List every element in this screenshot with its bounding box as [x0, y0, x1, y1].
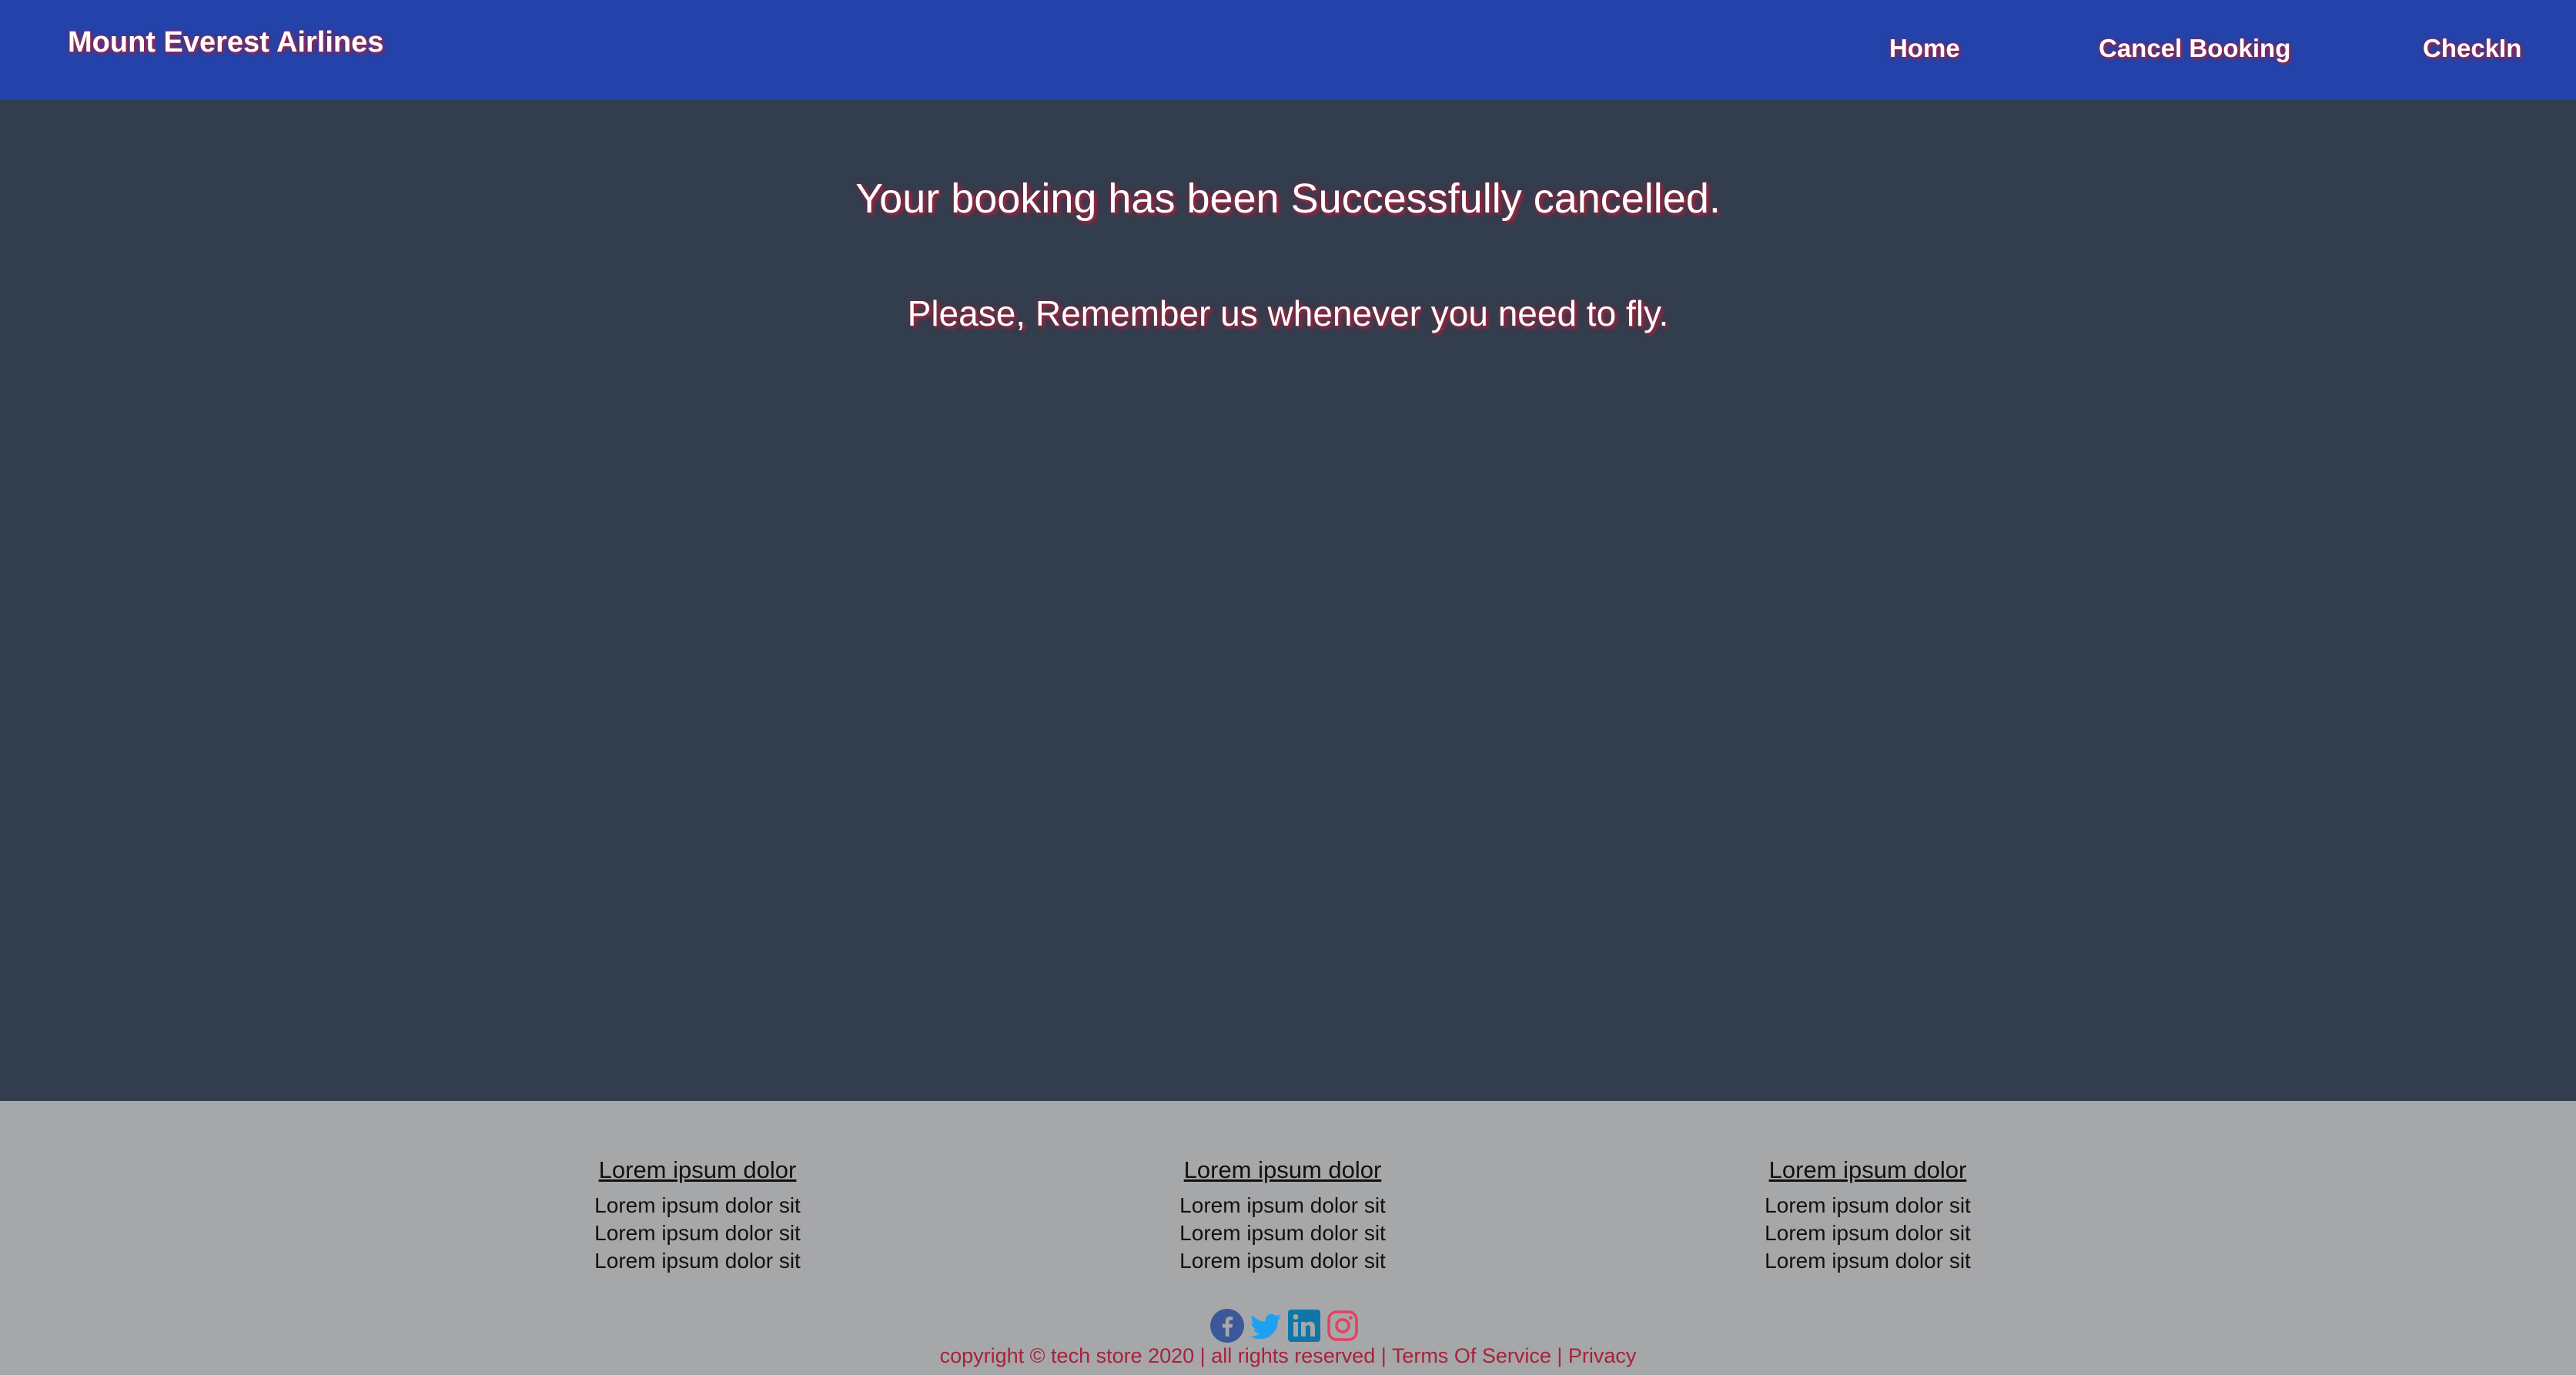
main-content: Your booking has been Successfully cance… — [0, 100, 2576, 1101]
privacy-link[interactable]: Privacy — [1568, 1344, 1637, 1367]
copyright-line: copyright © tech store 2020 | all rights… — [0, 1344, 2576, 1368]
navbar: Mount Everest Airlines Home Cancel Booki… — [0, 0, 2576, 100]
cancellation-headline: Your booking has been Successfully cance… — [855, 176, 1721, 222]
footer-column-heading[interactable]: Lorem ipsum dolor — [1090, 1156, 1475, 1184]
footer: Lorem ipsum dolor Lorem ipsum dolor sit … — [0, 1101, 2576, 1375]
footer-column-item: Lorem ipsum dolor sit — [594, 1221, 801, 1245]
cancellation-subline: Please, Remember us whenever you need to… — [907, 293, 1669, 333]
footer-column: Lorem ipsum dolor Lorem ipsum dolor sit … — [1675, 1156, 2060, 1275]
linkedin-icon[interactable] — [1286, 1307, 1323, 1344]
brand-logo-text[interactable]: Mount Everest Airlines — [68, 26, 383, 59]
footer-column-item: Lorem ipsum dolor sit — [594, 1249, 801, 1273]
instagram-icon[interactable] — [1324, 1307, 1361, 1344]
footer-column-item: Lorem ipsum dolor sit — [1765, 1221, 1971, 1245]
footer-column: Lorem ipsum dolor Lorem ipsum dolor sit … — [1090, 1156, 1475, 1275]
terms-of-service-link[interactable]: Terms Of Service — [1392, 1344, 1551, 1367]
footer-column-item: Lorem ipsum dolor sit — [1179, 1221, 1386, 1245]
footer-column-item: Lorem ipsum dolor sit — [1179, 1193, 1386, 1217]
copyright-separator: | — [1551, 1344, 1568, 1367]
social-links — [1209, 1307, 1361, 1344]
footer-column-heading[interactable]: Lorem ipsum dolor — [505, 1156, 890, 1184]
footer-column-heading[interactable]: Lorem ipsum dolor — [1675, 1156, 2060, 1184]
footer-column-item: Lorem ipsum dolor sit — [594, 1193, 801, 1217]
footer-column-item: Lorem ipsum dolor sit — [1179, 1249, 1386, 1273]
nav-link-cancel-booking[interactable]: Cancel Booking — [2099, 34, 2290, 63]
twitter-icon[interactable] — [1247, 1307, 1284, 1344]
footer-column: Lorem ipsum dolor Lorem ipsum dolor sit … — [505, 1156, 890, 1275]
copyright-text: copyright © tech store 2020 | all rights… — [939, 1344, 1392, 1367]
footer-column-item: Lorem ipsum dolor sit — [1765, 1249, 1971, 1273]
facebook-icon[interactable] — [1209, 1307, 1246, 1344]
nav-link-checkin[interactable]: CheckIn — [2423, 34, 2521, 63]
footer-column-item: Lorem ipsum dolor sit — [1765, 1193, 1971, 1217]
nav-link-home[interactable]: Home — [1889, 34, 1960, 63]
